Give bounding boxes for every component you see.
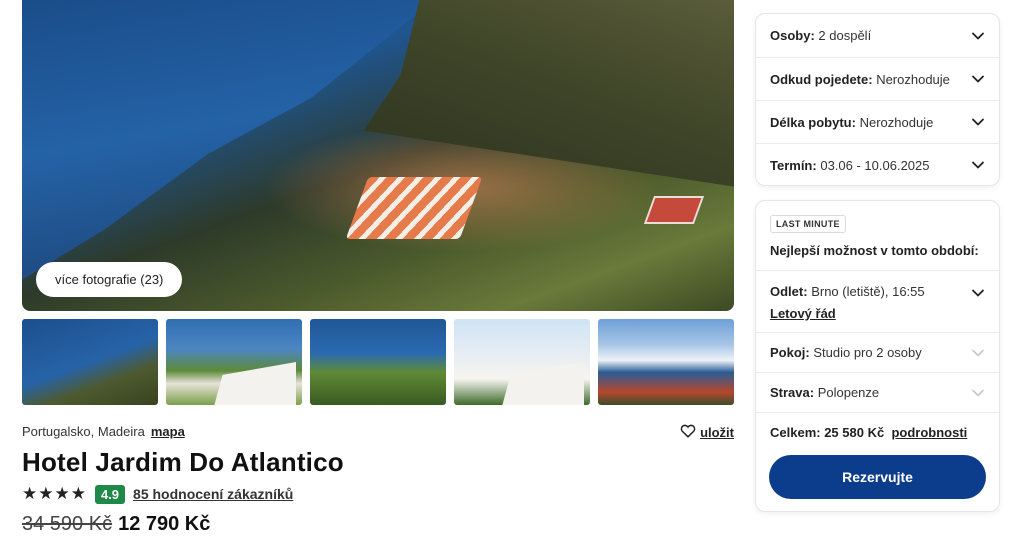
offer-total: Celkem: 25 580 Kč podrobnosti (756, 412, 999, 452)
photo-hotel-buildings (345, 177, 482, 240)
map-link[interactable]: mapa (151, 424, 185, 439)
thumbnail-5[interactable] (598, 319, 734, 405)
new-price: 12 790 Kč (118, 513, 211, 535)
filters-card: Osoby: 2 dospělí Odkud pojedete: Nerozho… (755, 13, 1000, 186)
filter-persons-label: Osoby: (770, 28, 815, 43)
photo-cliff (363, 0, 734, 187)
flight-schedule-link[interactable]: Letový řád (770, 306, 925, 321)
thumbnail-1[interactable] (22, 319, 158, 405)
filter-term-value: 03.06 - 10.06.2025 (820, 157, 930, 173)
chevron-down-icon (971, 386, 985, 400)
last-minute-badge: LAST MINUTE (770, 215, 846, 233)
star-rating-icon: ★★★★ (22, 484, 87, 503)
offer-room[interactable]: Pokoj: Studio pro 2 osoby (756, 332, 999, 372)
score-badge: 4.9 (94, 484, 126, 504)
board-value: Polopenze (817, 385, 880, 400)
chevron-down-icon (971, 286, 985, 300)
filter-length-value: Nerozhoduje (859, 114, 934, 130)
filter-departure-value: Nerozhoduje (876, 71, 950, 87)
old-price: 34 590 Kč (22, 513, 113, 535)
hotel-name: Hotel Jardim Do Atlantico (22, 447, 344, 477)
offer-heading: Nejlepší možnost v tomto období: (770, 243, 979, 258)
chevron-down-icon (971, 29, 985, 43)
hotel-location: Portugalsko, Madeira mapa (22, 424, 185, 439)
filter-persons[interactable]: Osoby: 2 dospělí (756, 14, 999, 57)
thumbnail-strip (22, 319, 734, 405)
filter-length[interactable]: Délka pobytu: Nerozhoduje (756, 100, 999, 143)
total-value: 25 580 Kč (824, 425, 885, 440)
thumbnail-3[interactable] (310, 319, 446, 405)
filter-term[interactable]: Termín: 03.06 - 10.06.2025 (756, 143, 999, 186)
offer-flight[interactable]: Odlet: Brno (letiště), 16:55 Letový řád (756, 271, 999, 332)
filter-departure-label: Odkud pojedete: (770, 71, 873, 87)
board-label: Strava: (770, 385, 815, 400)
more-photos-button[interactable]: více fotografie (23) (36, 262, 183, 297)
total-label: Celkem: (770, 425, 821, 440)
save-label: uložit (700, 424, 734, 440)
rating-row: ★★★★ 4.9 85 hodnocení zákazníků (22, 484, 293, 504)
heart-icon (680, 423, 696, 441)
filter-term-label: Termín: (770, 157, 817, 173)
location-text: Portugalsko, Madeira (22, 424, 145, 439)
save-button[interactable]: uložit (680, 423, 734, 441)
details-link[interactable]: podrobnosti (891, 425, 967, 440)
price-row: 34 590 Kč 12 790 Kč (22, 513, 210, 536)
filter-length-label: Délka pobytu: (770, 114, 856, 130)
room-value: Studio pro 2 osoby (813, 345, 922, 360)
offer-board[interactable]: Strava: Polopenze (756, 372, 999, 412)
flight-value: Brno (letiště), 16:55 (811, 284, 925, 299)
chevron-down-icon (971, 72, 985, 86)
chevron-down-icon (971, 115, 985, 129)
photo-tennis-court (643, 195, 704, 224)
main-photo[interactable]: více fotografie (23) (22, 0, 734, 311)
thumbnail-4[interactable] (454, 319, 590, 405)
reviews-link[interactable]: 85 hodnocení zákazníků (133, 486, 293, 502)
thumbnail-2[interactable] (166, 319, 302, 405)
chevron-down-icon (971, 158, 985, 172)
offer-card: LAST MINUTE Nejlepší možnost v tomto obd… (755, 200, 1000, 512)
flight-label: Odlet: (770, 284, 808, 299)
offer-rows: Odlet: Brno (letiště), 16:55 Letový řád … (756, 270, 999, 452)
filter-persons-value: 2 dospělí (818, 28, 872, 43)
filter-departure[interactable]: Odkud pojedete: Nerozhoduje (756, 57, 999, 100)
reserve-button[interactable]: Rezervujte (769, 455, 986, 499)
chevron-down-icon (971, 346, 985, 360)
room-label: Pokoj: (770, 345, 810, 360)
